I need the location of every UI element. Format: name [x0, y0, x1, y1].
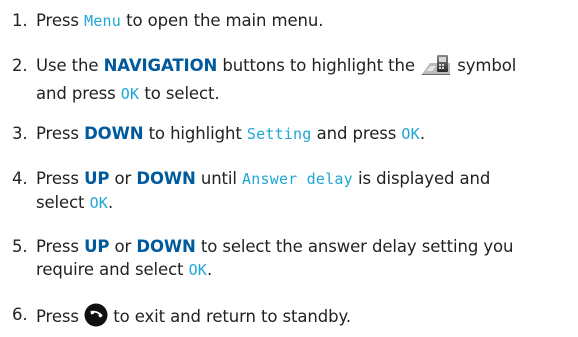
step-number: 1. — [12, 11, 28, 30]
display-text-ok: OK — [120, 85, 140, 103]
key-name-up: UP — [84, 169, 110, 188]
step-text: to select. — [139, 84, 220, 103]
instruction-list: 1. Press Menu to open the main menu. 2. Use… — [0, 0, 578, 337]
key-name-navigation: NAVIGATION — [103, 56, 218, 75]
step-text: buttons to highlight the — [217, 56, 421, 75]
key-name-up: UP — [84, 237, 110, 256]
step-body: Press to exit and return to standby. — [36, 303, 572, 333]
display-text-answer-delay: Answer delay — [242, 170, 353, 188]
step-5: 5. Press UP or DOWN to select the answer … — [12, 235, 572, 282]
step-text: to open the main menu. — [121, 11, 324, 30]
step-line: require and select OK. — [36, 258, 572, 282]
settings-menu-icon — [420, 54, 452, 82]
step-text: Press — [36, 169, 85, 188]
key-name-down: DOWN — [84, 124, 144, 143]
step-body: Press UP or DOWN until Answer delay is d… — [36, 167, 572, 215]
step-text: to exit and return to standby. — [108, 307, 351, 326]
step-line: and press OK to select. — [36, 82, 572, 106]
step-text: Press — [36, 237, 85, 256]
step-number: 6. — [12, 305, 28, 324]
display-text-ok: OK — [401, 125, 420, 143]
step-4: 4. Press UP or DOWN until Answer delay is… — [12, 167, 572, 215]
step-2: 2. Use the NAVIGATION buttons to highligh… — [12, 54, 572, 106]
display-text-menu: Menu — [84, 12, 122, 30]
step-text: is displayed and — [352, 169, 491, 188]
step-line: Press to exit and return to standby. — [36, 303, 572, 333]
step-line: Press DOWN to highlight Setting and pres… — [36, 122, 572, 146]
step-text: . — [419, 124, 426, 143]
step-1: 1. Press Menu to open the main menu. — [12, 9, 572, 33]
step-text: . — [108, 193, 114, 212]
step-body: Press Menu to open the main menu. — [36, 9, 572, 33]
step-text: select — [36, 193, 90, 212]
step-text: require and select — [36, 260, 189, 279]
display-text-ok: OK — [89, 194, 109, 212]
step-text: symbol — [452, 56, 517, 75]
step-text: Use the — [36, 56, 104, 75]
step-line: Press UP or DOWN until Answer delay is d… — [36, 167, 572, 191]
step-body: Press UP or DOWN to select the answer de… — [36, 235, 572, 282]
step-line: select OK. — [36, 191, 572, 215]
step-text: . — [207, 260, 213, 279]
step-line: Press UP or DOWN to select the answer de… — [36, 235, 572, 258]
display-text-setting: Setting — [246, 125, 312, 143]
step-text: Press — [36, 11, 85, 30]
step-text: until — [195, 169, 243, 188]
step-text: Press — [36, 307, 85, 326]
step-6: 6. Press to exit and return to standby. — [12, 303, 572, 333]
step-text: Press — [36, 124, 85, 143]
step-number: 5. — [12, 237, 28, 256]
step-number: 4. — [12, 169, 28, 188]
step-line: Press Menu to open the main menu. — [36, 9, 572, 33]
display-text-ok: OK — [188, 261, 208, 279]
key-name-down: DOWN — [136, 169, 196, 188]
step-text: to select the answer delay setting you — [195, 237, 514, 256]
step-number: 2. — [12, 56, 28, 75]
step-body: Press DOWN to highlight Setting and pres… — [36, 122, 572, 146]
step-text: or — [109, 237, 137, 256]
step-text: or — [109, 169, 137, 188]
step-3: 3. Press DOWN to highlight Setting and pr… — [12, 122, 572, 146]
step-text: and press — [311, 124, 402, 143]
key-name-down: DOWN — [136, 237, 196, 256]
step-line: Use the NAVIGATION buttons to highlight … — [36, 54, 572, 82]
step-body: Use the NAVIGATION buttons to highlight … — [36, 54, 572, 106]
step-text: and press — [36, 84, 121, 103]
end-call-icon — [84, 303, 108, 333]
step-number: 3. — [12, 124, 28, 143]
step-text: to highlight — [143, 124, 247, 143]
